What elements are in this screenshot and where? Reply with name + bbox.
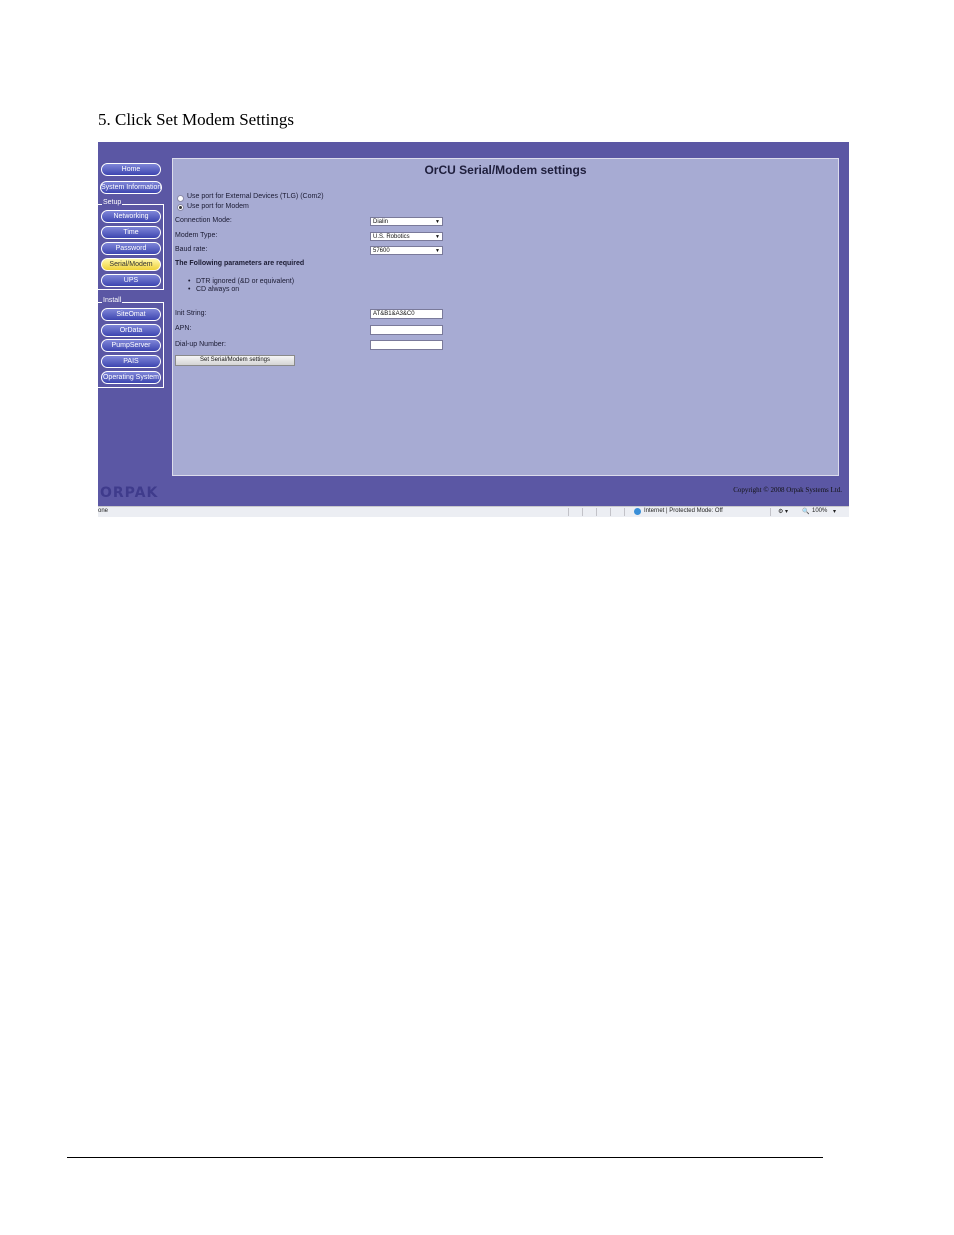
status-divider	[770, 508, 771, 516]
apn-label: APN:	[175, 325, 192, 332]
modem-type-label: Modem Type:	[175, 232, 218, 239]
status-divider	[582, 508, 583, 516]
setup-group-label: Setup	[102, 199, 123, 206]
apn-field[interactable]	[370, 325, 443, 335]
internet-globe-icon	[634, 508, 641, 515]
dialup-number-label: Dial-up Number:	[175, 341, 226, 348]
step-instruction: 5. Click Set Modem Settings	[98, 110, 294, 129]
dialup-number-field[interactable]	[370, 340, 443, 350]
chevron-down-icon: ▼	[435, 219, 440, 225]
connection-mode-value: Dialin	[373, 219, 389, 225]
nav-ordata-button[interactable]: OrData	[101, 324, 161, 337]
zoom-dropdown-icon[interactable]: ▾	[833, 508, 836, 515]
status-divider	[610, 508, 611, 516]
browser-screenshot: Home System Information Setup Networking…	[98, 142, 849, 517]
required-parameters-heading: The Following parameters are required	[175, 260, 305, 267]
connection-mode-select[interactable]: Dialin ▼	[370, 217, 443, 226]
nav-pumpserver-button[interactable]: PumpServer	[101, 339, 161, 352]
page-footer-rule	[67, 1157, 823, 1158]
baud-rate-value: 57600	[373, 248, 390, 254]
nav-ups-button[interactable]: UPS	[101, 274, 161, 287]
protected-mode-icon[interactable]: ⚙ ▾	[778, 508, 788, 515]
nav-home-button[interactable]: Home	[101, 163, 161, 176]
orpak-logo: ORPAK	[100, 485, 159, 501]
init-string-field[interactable]: AT&B1&A3&C0	[370, 309, 443, 319]
requirement-item: DTR ignored (&D or equivalent)	[188, 278, 294, 285]
status-divider	[596, 508, 597, 516]
chevron-down-icon: ▼	[435, 248, 440, 254]
nav-networking-button[interactable]: Networking	[101, 210, 161, 223]
radio-modem[interactable]	[177, 204, 184, 211]
nav-operating-system-button[interactable]: Operating System	[101, 371, 161, 384]
connection-mode-label: Connection Mode:	[175, 217, 232, 224]
nav-serial-modem-button[interactable]: Serial/Modem	[101, 258, 161, 271]
settings-panel: OrCU Serial/Modem settings Use port for …	[172, 158, 839, 476]
baud-rate-label: Baud rate:	[175, 246, 208, 253]
radio-modem-label: Use port for Modem	[187, 203, 249, 210]
set-serial-modem-settings-button[interactable]: Set Serial/Modem settings	[175, 355, 295, 366]
status-divider	[568, 508, 569, 516]
init-string-label: Init String:	[175, 310, 207, 317]
requirement-item: CD always on	[188, 286, 239, 293]
status-divider	[624, 508, 625, 516]
radio-external-devices-label: Use port for External Devices (TLG) (Com…	[187, 193, 324, 200]
install-group-label: Install	[102, 297, 123, 304]
nav-siteomat-button[interactable]: SiteOmat	[101, 308, 161, 321]
security-zone-text: Internet | Protected Mode: Off	[644, 508, 723, 514]
nav-system-information-button[interactable]: System Information	[100, 181, 162, 194]
baud-rate-select[interactable]: 57600 ▼	[370, 246, 443, 255]
modem-type-value: U.S. Robotics	[373, 234, 410, 240]
page-title: OrCU Serial/Modem settings	[424, 163, 587, 177]
status-left-text: one	[98, 508, 109, 514]
nav-time-button[interactable]: Time	[101, 226, 161, 239]
chevron-down-icon: ▼	[435, 234, 440, 240]
modem-type-select[interactable]: U.S. Robotics ▼	[370, 232, 443, 241]
copyright-text: Copyright © 2008 Orpak Systems Ltd.	[733, 486, 842, 494]
radio-external-devices[interactable]	[177, 195, 184, 202]
zoom-level[interactable]: 100%	[812, 508, 827, 514]
browser-status-bar: one Internet | Protected Mode: Off ⚙ ▾ 🔍…	[98, 506, 849, 517]
nav-pais-button[interactable]: PAIS	[101, 355, 161, 368]
nav-password-button[interactable]: Password	[101, 242, 161, 255]
zoom-icon[interactable]: 🔍	[802, 508, 809, 515]
